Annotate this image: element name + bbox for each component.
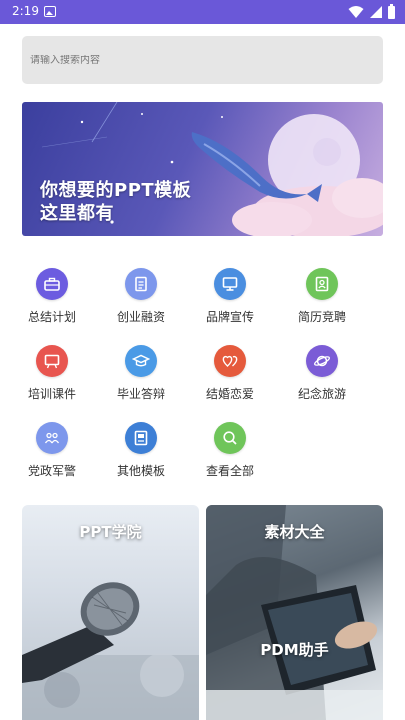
category-training[interactable]: 培训课件	[14, 345, 90, 413]
computer-icon	[214, 268, 246, 300]
category-label: 创业融资	[116, 310, 165, 324]
search-all-icon	[214, 422, 246, 454]
status-time: 2:19	[12, 4, 39, 18]
battery-icon	[388, 3, 395, 19]
hearts-icon	[214, 345, 246, 377]
category-party-government[interactable]: 党政军警	[14, 422, 90, 490]
category-label: 纪念旅游	[297, 387, 346, 401]
signal-icon	[370, 6, 382, 18]
wifi-icon	[348, 6, 364, 18]
category-label: 查看全部	[205, 464, 254, 478]
category-label: 毕业答辩	[116, 387, 165, 401]
category-label: 简历竞聘	[297, 310, 346, 324]
category-resume[interactable]: 简历竞聘	[284, 268, 360, 336]
category-label: 党政军警	[27, 464, 76, 478]
category-wedding-love[interactable]: 结婚恋爱	[192, 345, 268, 413]
briefcase-icon	[36, 268, 68, 300]
category-label: 培训课件	[27, 387, 76, 401]
people-icon	[36, 422, 68, 454]
card-materials[interactable]: 素材大全 PDM助手	[206, 505, 383, 720]
search-input[interactable]	[30, 54, 375, 66]
photo-icon	[44, 6, 56, 17]
planet-icon	[306, 345, 338, 377]
card-ppt-academy[interactable]: PPT学院	[22, 505, 199, 720]
status-bar: 2:19	[0, 0, 405, 24]
category-startup-financing[interactable]: 创业融资	[103, 268, 179, 336]
category-travel[interactable]: 纪念旅游	[284, 345, 360, 413]
graduation-cap-icon	[125, 345, 157, 377]
category-label: 品牌宣传	[205, 310, 254, 324]
document-icon	[125, 268, 157, 300]
banner-subheadline: 这里都有	[40, 203, 114, 224]
category-brand-promotion[interactable]: 品牌宣传	[192, 268, 268, 336]
category-other-templates[interactable]: 其他模板	[103, 422, 179, 490]
card-subtitle: PDM助手	[260, 641, 329, 659]
category-view-all[interactable]: 查看全部	[192, 422, 268, 490]
category-label: 结婚恋爱	[205, 387, 254, 401]
resume-icon	[306, 268, 338, 300]
category-summary-plan[interactable]: 总结计划	[14, 268, 90, 336]
category-graduation[interactable]: 毕业答辩	[103, 345, 179, 413]
banner[interactable]: 你想要的PPT模板 这里都有	[22, 102, 383, 236]
search-box[interactable]	[22, 36, 383, 84]
category-label: 其他模板	[116, 464, 165, 478]
status-icons	[348, 3, 395, 20]
card-title: PPT学院	[79, 523, 142, 541]
template-icon	[125, 422, 157, 454]
training-board-icon	[36, 345, 68, 377]
card-title: 素材大全	[264, 523, 325, 541]
category-label: 总结计划	[27, 310, 76, 324]
